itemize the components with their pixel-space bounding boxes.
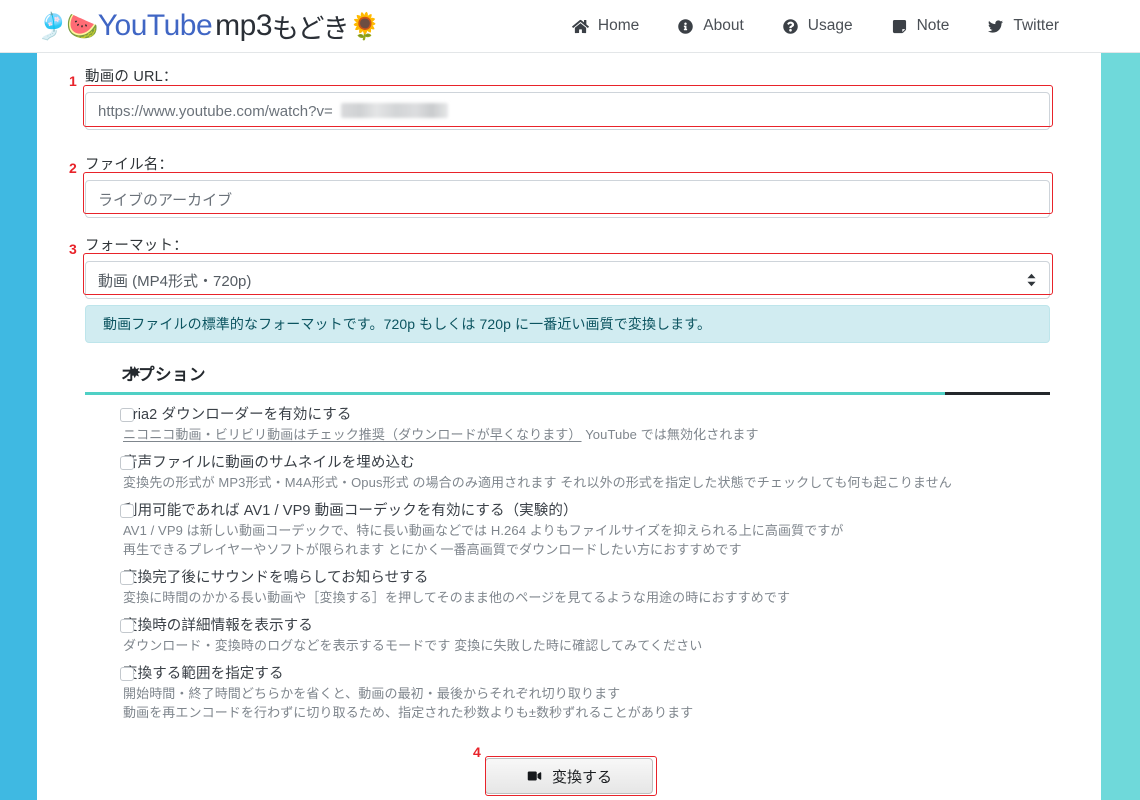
site-header: 🎐🍉 YouTube mp3 もどき 🌻 Home About Usage No… bbox=[0, 0, 1140, 53]
annotation-number-3: 3 bbox=[69, 241, 77, 257]
option-subtext-range-line2: 動画を再エンコードを行わずに切り取るため、指定された秒数よりも±数秒ずれることが… bbox=[123, 705, 694, 720]
option-row-range: 変換する範囲を指定する 開始時間・終了時間どちらかを省くと、動画の最初・最後から… bbox=[85, 664, 1085, 722]
main-navigation: Home About Usage Note Twitter bbox=[553, 17, 1078, 35]
nav-item-about[interactable]: About bbox=[658, 17, 763, 35]
annotation-number-4: 4 bbox=[473, 744, 481, 760]
logo-text-youtube: YouTube bbox=[97, 9, 213, 42]
divider-teal-segment bbox=[85, 392, 945, 395]
annotation-number-2: 2 bbox=[69, 160, 77, 176]
format-select-wrap bbox=[85, 261, 1050, 299]
options-list: Aria2 ダウンローダーを有効にする ニコニコ動画・ビリビリ動画はチェック推奨… bbox=[85, 405, 1085, 731]
option-label-sound-notify: 変換完了後にサウンドを鳴らしてお知らせする bbox=[123, 570, 429, 586]
windchime-watermelon-emoji-icon: 🎐🍉 bbox=[36, 11, 99, 41]
checkbox-sound-notification[interactable] bbox=[120, 571, 134, 585]
option-subtext-av1vp9-line2: 再生できるプレイヤーやソフトが限られます とにかく一番高画質でダウンロードしたい… bbox=[123, 542, 742, 557]
url-input-wrap bbox=[85, 92, 1050, 130]
nav-item-note[interactable]: Note bbox=[872, 17, 969, 35]
right-color-band bbox=[1101, 53, 1140, 800]
filename-field-label: ファイル名： bbox=[85, 157, 174, 173]
checkbox-av1-vp9-codec[interactable] bbox=[120, 504, 134, 518]
checkbox-specify-range[interactable] bbox=[120, 667, 134, 681]
option-subtext-sound-notify: 変換に時間のかかる長い動画や［変換する］を押してそのまま他のページを見てるような… bbox=[123, 590, 791, 605]
option-subtext-range-line1: 開始時間・終了時間どちらかを省くと、動画の最初・最後からそれぞれ切り取ります bbox=[123, 686, 621, 701]
option-row-thumbnail: 音声ファイルに動画のサムネイルを埋め込む 変換先の形式が MP3形式・M4A形式… bbox=[85, 453, 1085, 492]
option-subtext-aria2: ニコニコ動画・ビリビリ動画はチェック推奨（ダウンロードが早くなります） YouT… bbox=[113, 425, 1085, 444]
checkbox-verbose-details[interactable] bbox=[120, 619, 134, 633]
format-select[interactable] bbox=[85, 261, 1050, 299]
option-row-verbose: 変換時の詳細情報を表示する ダウンロード・変換時のログなどを表示するモードです … bbox=[85, 616, 1085, 655]
checkbox-embed-thumbnail[interactable] bbox=[120, 456, 134, 470]
video-camera-icon bbox=[526, 770, 543, 782]
option-subtext-verbose: ダウンロード・変換時のログなどを表示するモードです 変換に失敗した時に確認してみ… bbox=[123, 638, 703, 653]
format-field-label: フォーマット： bbox=[85, 238, 188, 254]
option-subtext-aria2-plain: YouTube では無効化されます bbox=[581, 427, 759, 442]
main-content: 動画の URL： 1 ファイル名： 2 フォーマット： 3 bbox=[37, 53, 1101, 800]
filename-input[interactable] bbox=[85, 180, 1050, 218]
filename-field-block: ファイル名： bbox=[85, 153, 1050, 218]
option-label-verbose: 変換時の詳細情報を表示する bbox=[123, 618, 313, 634]
nav-label-twitter: Twitter bbox=[1013, 17, 1059, 34]
sticky-note-icon bbox=[891, 18, 908, 35]
option-label-av1vp9: 利用可能であれば AV1 / VP9 動画コーデックを有効にする（実験的） bbox=[123, 503, 578, 519]
options-divider bbox=[85, 392, 1050, 395]
option-row-sound-notify: 変換完了後にサウンドを鳴らしてお知らせする 変換に時間のかかる長い動画や［変換す… bbox=[85, 568, 1085, 607]
nav-label-usage: Usage bbox=[807, 17, 853, 34]
annotation-number-1: 1 bbox=[69, 73, 77, 89]
convert-button-label: 変換する bbox=[551, 768, 612, 786]
question-circle-icon bbox=[782, 18, 799, 35]
checkbox-aria2-downloader[interactable] bbox=[120, 408, 134, 422]
divider-dark-segment bbox=[945, 392, 1050, 395]
logo-text-modoki: もどき bbox=[272, 13, 350, 44]
option-subtext-av1vp9-line1: AV1 / VP9 は新しい動画コーデックで、特に長い動画などでは H.264 … bbox=[123, 523, 844, 538]
format-field-block: フォーマット： bbox=[85, 234, 1050, 299]
page-root: 🎐🍉 YouTube mp3 もどき 🌻 Home About Usage No… bbox=[0, 0, 1140, 800]
left-color-band bbox=[0, 53, 37, 800]
info-circle-icon bbox=[677, 18, 694, 35]
nav-label-about: About bbox=[703, 17, 744, 34]
option-row-aria2: Aria2 ダウンローダーを有効にする ニコニコ動画・ビリビリ動画はチェック推奨… bbox=[85, 405, 1085, 444]
url-field-block: 動画の URL： bbox=[85, 65, 1050, 130]
nav-item-twitter[interactable]: Twitter bbox=[968, 17, 1078, 35]
nav-item-home[interactable]: Home bbox=[553, 17, 658, 35]
options-title-row: ✸ オプション bbox=[85, 361, 1050, 385]
option-subtext-thumbnail: 変換先の形式が MP3形式・M4A形式・Opus形式 の場合のみ適用されます そ… bbox=[123, 475, 952, 490]
nav-label-home: Home bbox=[597, 17, 640, 34]
url-field-label: 動画の URL： bbox=[85, 69, 178, 85]
gear-icon: ✸ bbox=[128, 365, 142, 382]
option-subtext-aria2-underlined: ニコニコ動画・ビリビリ動画はチェック推奨（ダウンロードが早くなります） bbox=[123, 427, 582, 442]
home-icon bbox=[571, 18, 589, 35]
nav-item-usage[interactable]: Usage bbox=[763, 17, 872, 35]
nav-label-note: Note bbox=[916, 17, 950, 34]
site-logo[interactable]: 🎐🍉 YouTube mp3 もどき 🌻 bbox=[36, 7, 381, 46]
sunflower-emoji-icon: 🌻 bbox=[348, 11, 382, 41]
logo-text-mp3: mp3 bbox=[215, 9, 272, 42]
option-label-aria2: Aria2 ダウンローダーを有効にする bbox=[123, 407, 352, 423]
video-url-input[interactable] bbox=[85, 92, 1050, 130]
twitter-bird-icon bbox=[987, 18, 1004, 35]
option-row-av1vp9: 利用可能であれば AV1 / VP9 動画コーデックを有効にする（実験的） AV… bbox=[85, 501, 1085, 559]
format-info-alert: 動画ファイルの標準的なフォーマットです。720p もしくは 720p に一番近い… bbox=[85, 305, 1050, 343]
options-section-header: ✸ オプション bbox=[85, 361, 1050, 395]
option-label-range: 変換する範囲を指定する bbox=[123, 666, 284, 682]
submit-area: 変換する bbox=[37, 758, 1101, 794]
option-label-thumbnail: 音声ファイルに動画のサムネイルを埋め込む bbox=[123, 455, 415, 471]
convert-button[interactable]: 変換する bbox=[485, 758, 653, 794]
